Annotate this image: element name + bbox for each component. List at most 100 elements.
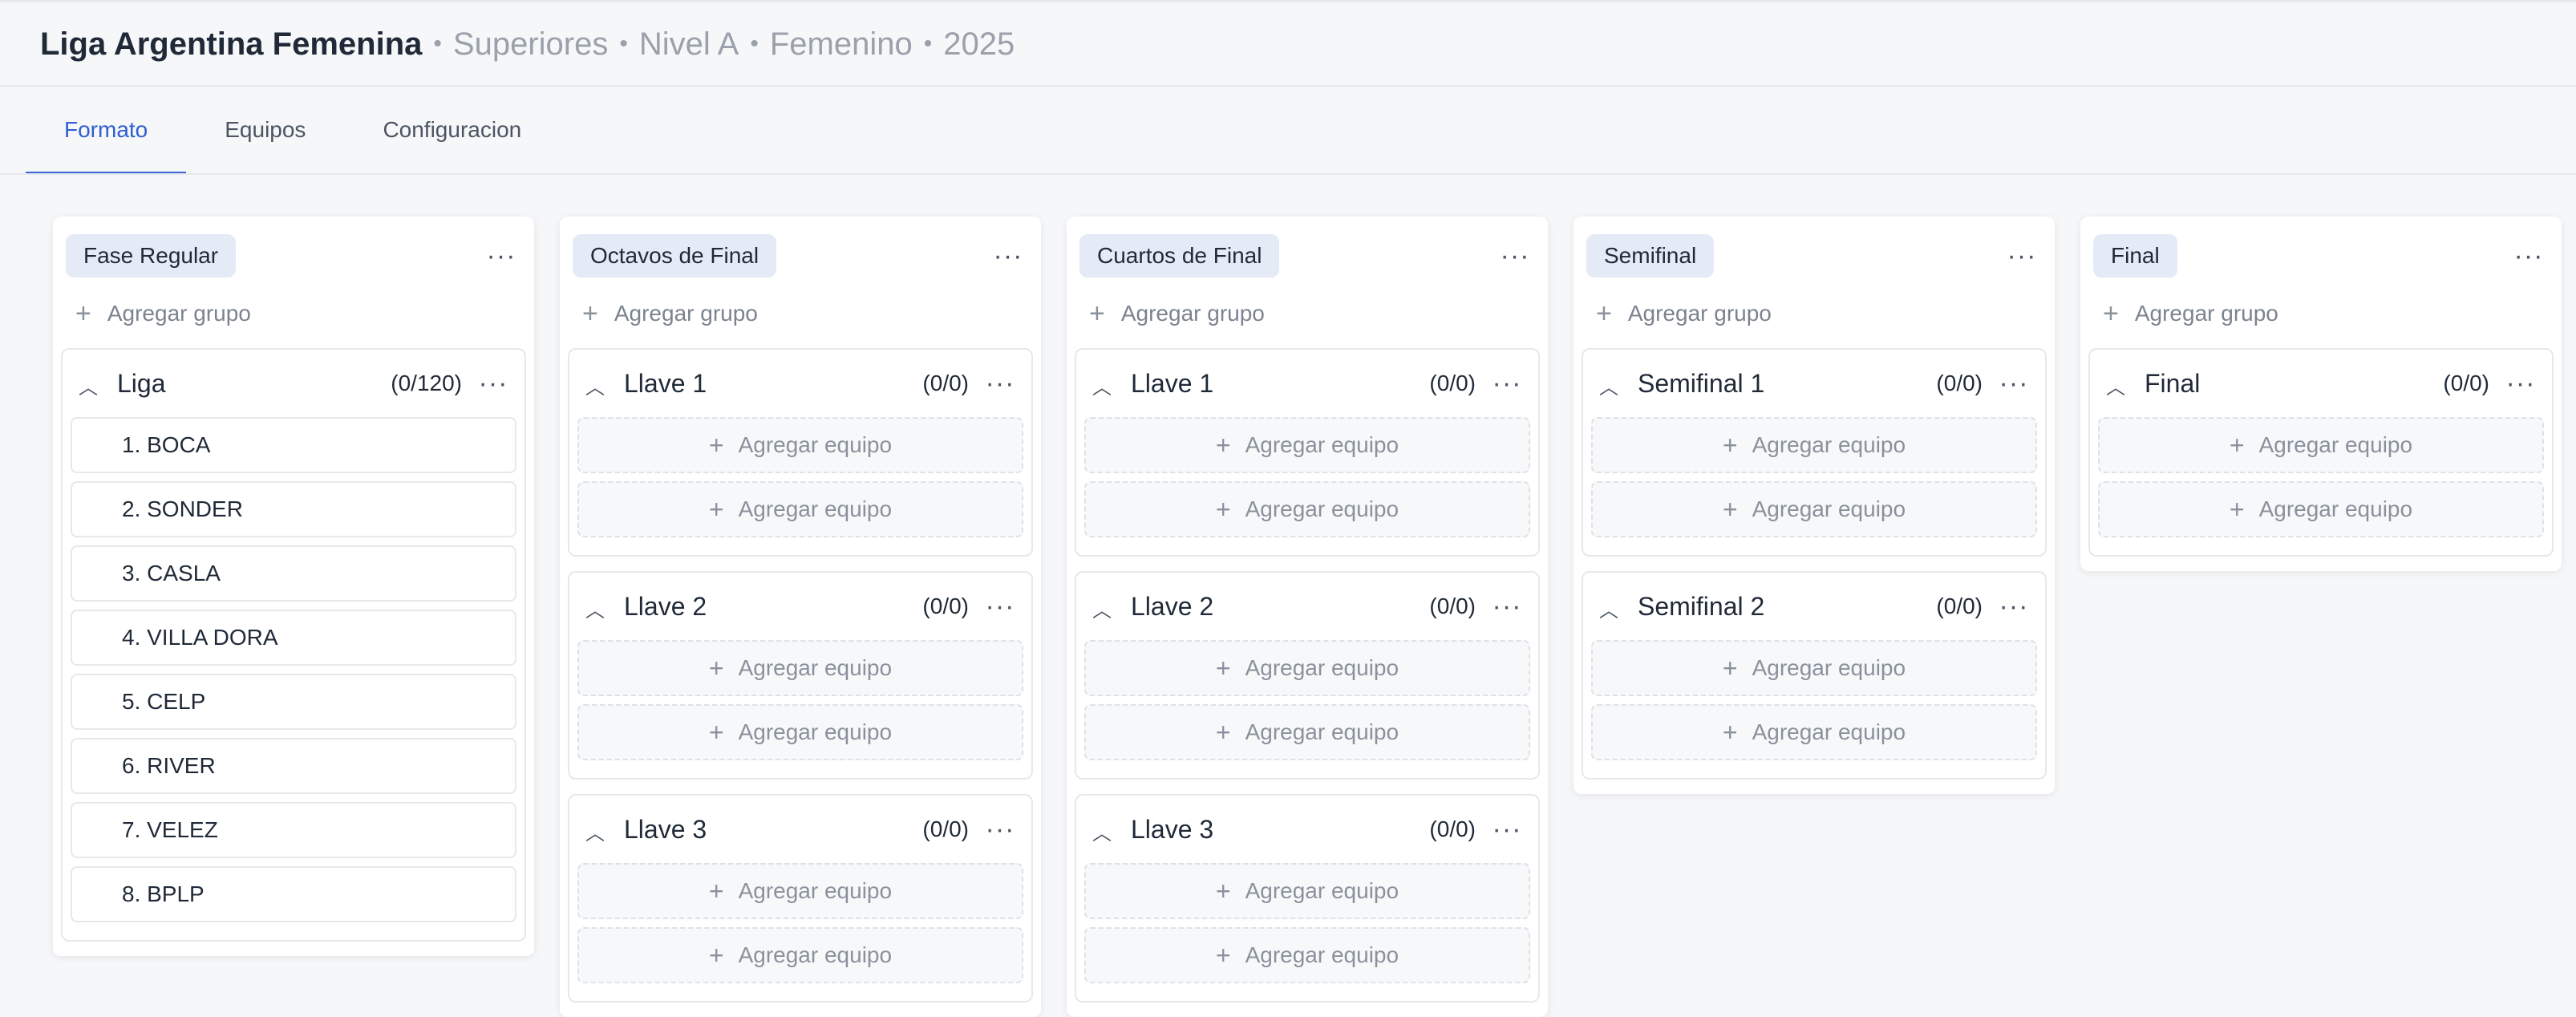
group-header[interactable]: ︿ Semifinal 2 (0/0) ··· <box>1591 573 2037 640</box>
group-card: ︿ Semifinal 2 (0/0) ··· + Agregar equipo … <box>1582 571 2047 780</box>
plus-icon: + <box>708 717 724 747</box>
group-count: (0/0) <box>1429 594 1476 618</box>
chevron-up-icon[interactable]: ︿ <box>2106 371 2130 399</box>
tab-equipos[interactable]: Equipos <box>186 88 344 175</box>
more-options-icon[interactable]: ··· <box>2002 242 2042 269</box>
plus-icon: + <box>1722 653 1738 683</box>
add-team-button[interactable]: + Agregar equipo <box>577 704 1023 760</box>
plus-icon: + <box>75 298 91 329</box>
plus-icon: + <box>2103 298 2119 329</box>
group-header[interactable]: ︿ Llave 3 (0/0) ··· <box>577 796 1023 863</box>
chevron-up-icon[interactable]: ︿ <box>585 371 610 399</box>
more-options-icon[interactable]: ··· <box>988 242 1028 269</box>
add-team-label: Agregar equipo <box>738 942 893 967</box>
group-count: (0/0) <box>922 371 969 395</box>
plus-icon: + <box>2229 494 2245 524</box>
add-team-label: Agregar equipo <box>1245 655 1399 680</box>
add-team-button[interactable]: + Agregar equipo <box>2098 417 2544 473</box>
more-options-icon[interactable]: ··· <box>1994 370 2034 397</box>
add-team-label: Agregar equipo <box>2258 496 2413 521</box>
add-team-button[interactable]: + Agregar equipo <box>577 927 1023 983</box>
add-group-button[interactable]: + Agregar grupo <box>568 279 1033 348</box>
more-options-icon[interactable]: ··· <box>1487 816 1527 843</box>
tab-configuracion[interactable]: Configuracion <box>344 88 560 175</box>
add-team-button[interactable]: + Agregar equipo <box>1591 417 2037 473</box>
add-group-button[interactable]: + Agregar grupo <box>1075 279 1540 348</box>
more-options-icon[interactable]: ··· <box>481 242 521 269</box>
more-options-icon[interactable]: ··· <box>1495 242 1535 269</box>
chevron-up-icon[interactable]: ︿ <box>79 371 103 399</box>
breadcrumb-gender: Femenino <box>769 26 913 62</box>
chevron-up-icon[interactable]: ︿ <box>1092 817 1116 845</box>
more-options-icon[interactable]: ··· <box>1487 370 1527 397</box>
add-team-button[interactable]: + Agregar equipo <box>577 417 1023 473</box>
chevron-up-icon[interactable]: ︿ <box>1599 594 1623 622</box>
group-header[interactable]: ︿ Llave 2 (0/0) ··· <box>1084 573 1530 640</box>
add-team-button[interactable]: + Agregar equipo <box>1591 704 2037 760</box>
plus-icon: + <box>1722 494 1738 524</box>
top-border <box>0 0 2576 2</box>
add-group-button[interactable]: + Agregar grupo <box>2088 279 2554 348</box>
more-options-icon[interactable]: ··· <box>1487 593 1527 620</box>
group-card: ︿ Llave 2 (0/0) ··· + Agregar equipo + Agr… <box>1075 571 1540 780</box>
team-row[interactable]: 8. BPLP <box>71 866 516 922</box>
add-team-button[interactable]: + Agregar equipo <box>2098 481 2544 537</box>
group-header[interactable]: ︿ Liga (0/120) ··· <box>71 350 516 417</box>
group-count: (0/0) <box>2443 371 2489 395</box>
more-options-icon[interactable]: ··· <box>980 816 1020 843</box>
chevron-up-icon[interactable]: ︿ <box>585 817 610 845</box>
add-group-button[interactable]: + Agregar grupo <box>1582 279 2047 348</box>
group-header[interactable]: ︿ Semifinal 1 (0/0) ··· <box>1591 350 2037 417</box>
add-team-label: Agregar equipo <box>738 655 893 680</box>
team-row[interactable]: 2. SONDER <box>71 481 516 537</box>
more-options-icon[interactable]: ··· <box>980 370 1020 397</box>
group-name: Llave 3 <box>1131 814 1214 844</box>
chevron-up-icon[interactable]: ︿ <box>1092 371 1116 399</box>
team-row[interactable]: 5. CELP <box>71 674 516 730</box>
team-row[interactable]: 6. RIVER <box>71 738 516 794</box>
add-team-button[interactable]: + Agregar equipo <box>577 481 1023 537</box>
group-header[interactable]: ︿ Llave 1 (0/0) ··· <box>577 350 1023 417</box>
team-row[interactable]: 4. VILLA DORA <box>71 610 516 666</box>
more-options-icon[interactable]: ··· <box>1994 593 2034 620</box>
add-group-label: Agregar grupo <box>1120 301 1265 326</box>
more-options-icon[interactable]: ··· <box>473 370 513 397</box>
add-team-button[interactable]: + Agregar equipo <box>1084 417 1530 473</box>
add-team-button[interactable]: + Agregar equipo <box>1591 640 2037 696</box>
phase-name: Cuartos de Final <box>1079 234 1280 278</box>
team-row[interactable]: 7. VELEZ <box>71 802 516 858</box>
breadcrumb-separator: • <box>433 30 442 57</box>
group-count: (0/0) <box>1936 594 1983 618</box>
add-team-button[interactable]: + Agregar equipo <box>577 863 1023 919</box>
group-header[interactable]: ︿ Final (0/0) ··· <box>2098 350 2544 417</box>
more-options-icon[interactable]: ··· <box>2509 242 2549 269</box>
chevron-up-icon[interactable]: ︿ <box>1599 371 1623 399</box>
group-header[interactable]: ︿ Llave 2 (0/0) ··· <box>577 573 1023 640</box>
add-team-button[interactable]: + Agregar equipo <box>1084 863 1530 919</box>
add-team-label: Agregar equipo <box>1245 496 1399 521</box>
breadcrumb-level: Nivel A <box>638 26 739 62</box>
group-header[interactable]: ︿ Llave 1 (0/0) ··· <box>1084 350 1530 417</box>
group-name: Llave 1 <box>1131 368 1214 398</box>
tab-formato[interactable]: Formato <box>26 88 187 175</box>
team-row[interactable]: 1. BOCA <box>71 417 516 473</box>
add-group-button[interactable]: + Agregar grupo <box>61 279 526 348</box>
add-team-button[interactable]: + Agregar equipo <box>1084 927 1530 983</box>
more-options-icon[interactable]: ··· <box>980 593 1020 620</box>
team-row[interactable]: 3. CASLA <box>71 545 516 602</box>
plus-icon: + <box>1215 940 1231 970</box>
add-team-button[interactable]: + Agregar equipo <box>1084 640 1530 696</box>
group-header[interactable]: ︿ Llave 3 (0/0) ··· <box>1084 796 1530 863</box>
add-team-button[interactable]: + Agregar equipo <box>1084 481 1530 537</box>
chevron-up-icon[interactable]: ︿ <box>1092 594 1116 622</box>
plus-icon: + <box>708 494 724 524</box>
add-team-button[interactable]: + Agregar equipo <box>1591 481 2037 537</box>
add-team-button[interactable]: + Agregar equipo <box>577 640 1023 696</box>
page-header: Liga Argentina Femenina • Superiores • N… <box>0 3 2576 87</box>
group-card: ︿ Llave 3 (0/0) ··· + Agregar equipo + Agr… <box>568 794 1033 1003</box>
more-options-icon[interactable]: ··· <box>2501 370 2541 397</box>
add-team-button[interactable]: + Agregar equipo <box>1084 704 1530 760</box>
chevron-up-icon[interactable]: ︿ <box>585 594 610 622</box>
plus-icon: + <box>708 940 724 970</box>
plus-icon: + <box>2229 430 2245 460</box>
